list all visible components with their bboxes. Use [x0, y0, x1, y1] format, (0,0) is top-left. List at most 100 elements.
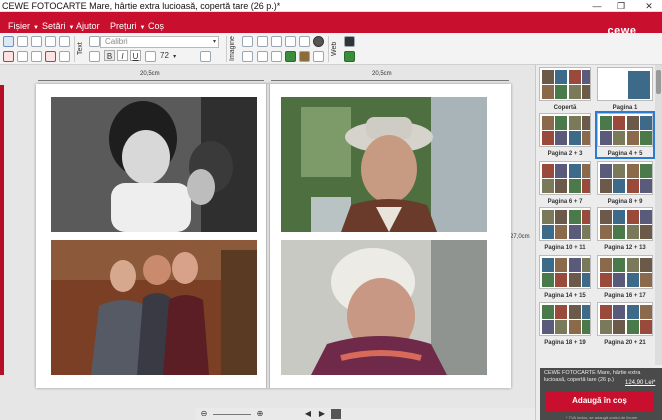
- paste-icon[interactable]: [31, 36, 42, 47]
- underline-button[interactable]: U: [130, 50, 141, 61]
- thumbnail-photo: [600, 179, 612, 193]
- photo-man-hat[interactable]: [281, 97, 487, 232]
- thumbnail-photo: [569, 273, 581, 287]
- image-color-icon[interactable]: [299, 51, 310, 62]
- thumbnail-photo: [569, 70, 581, 84]
- image-clipart-icon[interactable]: [271, 51, 282, 62]
- close-button[interactable]: ✕: [640, 0, 658, 12]
- undo-icon[interactable]: [3, 51, 14, 62]
- thumbnail-photo: [542, 273, 554, 287]
- thumbnail-photo: [542, 210, 554, 224]
- pages-scrollbar-thumb[interactable]: [656, 70, 661, 94]
- ruler-right: [271, 80, 509, 81]
- thumbnail-photo: [582, 85, 590, 99]
- thumbnail-photo: [627, 225, 639, 239]
- next-page-icon[interactable]: ▶: [317, 409, 327, 419]
- thumbnail-photo: [569, 85, 581, 99]
- page-thumbnail[interactable]: [597, 67, 653, 101]
- image-flip-icon[interactable]: [271, 36, 282, 47]
- page-view-icon[interactable]: [331, 409, 341, 419]
- redo-icon[interactable]: [17, 51, 28, 62]
- ruler-height: 27,0cm: [510, 234, 530, 240]
- group-icon[interactable]: [59, 36, 70, 47]
- image-mask-icon[interactable]: [313, 36, 324, 47]
- page-thumbnail[interactable]: [539, 113, 591, 147]
- qr-code-icon[interactable]: [344, 36, 355, 47]
- image-effect-icon[interactable]: [299, 36, 310, 47]
- image-crop-icon[interactable]: [242, 36, 253, 47]
- photo-family-group[interactable]: [51, 240, 257, 375]
- chevron-down-icon: ▾: [212, 39, 216, 45]
- copy-icon[interactable]: [17, 36, 28, 47]
- select-tool-icon[interactable]: [3, 36, 14, 47]
- duplicate-icon[interactable]: [45, 36, 56, 47]
- thumbnail-caption: Pagina 12 + 13: [604, 245, 646, 251]
- thumbnail-photo: [582, 116, 590, 130]
- add-to-cart-button[interactable]: Adaugă în coș: [545, 391, 654, 411]
- left-panel-handle[interactable]: [0, 85, 4, 375]
- menu-settings[interactable]: Setări ▼: [42, 12, 74, 33]
- menu-cart[interactable]: Coș: [148, 12, 164, 33]
- page-thumbnail[interactable]: [597, 255, 653, 289]
- page-thumbnail[interactable]: [539, 255, 591, 289]
- thumbnail-photo: [582, 305, 590, 319]
- thumbnail-photo: [613, 305, 625, 319]
- thumbnail-photo: [542, 70, 554, 84]
- minimize-button[interactable]: —: [588, 0, 606, 12]
- font-family-select[interactable]: Calibri ▾: [100, 36, 219, 48]
- thumbnail-photo: [569, 258, 581, 272]
- text-style-icon[interactable]: [200, 51, 211, 62]
- menu-help[interactable]: Ajutor: [76, 12, 100, 33]
- maximize-button[interactable]: ❐: [612, 0, 630, 12]
- page-thumbnail[interactable]: [597, 302, 653, 336]
- image-shadow-icon[interactable]: [242, 51, 253, 62]
- photo-child[interactable]: [51, 97, 257, 232]
- thumbnail-photo: [582, 225, 590, 239]
- text-color-icon[interactable]: [145, 51, 156, 62]
- image-border-icon[interactable]: [257, 51, 268, 62]
- menu-bar: Fișier ▼ Setări ▼ Ajutor Prețuri ▼ Coș cewe…: [0, 12, 662, 42]
- thumbnail-photo: [542, 131, 554, 145]
- thumbnail-photo: [627, 258, 639, 272]
- page-thumbnail[interactable]: [539, 207, 591, 241]
- full-view-icon[interactable]: [289, 409, 299, 419]
- zoom-slider[interactable]: [213, 414, 251, 415]
- text-align-icon[interactable]: [89, 51, 100, 62]
- toolbar-separator: [328, 36, 329, 62]
- thumbnail-photo: [600, 273, 612, 287]
- page-thumbnail[interactable]: [597, 161, 653, 195]
- zoom-in-icon[interactable]: ⊕: [255, 409, 265, 419]
- image-frame-icon[interactable]: [285, 36, 296, 47]
- italic-button[interactable]: I: [117, 50, 128, 61]
- thumbnail-caption: Pagina 20 + 21: [604, 340, 646, 346]
- previous-page-icon[interactable]: ◀: [303, 409, 313, 419]
- thumbnail-photo: [582, 70, 590, 84]
- image-rotate-icon[interactable]: [257, 36, 268, 47]
- text-box-icon[interactable]: [89, 36, 100, 47]
- page-thumbnail[interactable]: [597, 207, 653, 241]
- page-thumbnail[interactable]: [539, 161, 591, 195]
- zoom-out-icon[interactable]: ⊖: [199, 409, 209, 419]
- fit-page-icon[interactable]: [275, 409, 285, 419]
- image-layout-icon[interactable]: [313, 51, 324, 62]
- thumbnail-photo: [582, 210, 590, 224]
- delete-icon[interactable]: [45, 51, 56, 62]
- font-size-field[interactable]: 72 ▾: [160, 51, 186, 61]
- page-thumbnail[interactable]: [539, 302, 591, 336]
- thumbnail-photo: [613, 320, 625, 334]
- menu-prices[interactable]: Prețuri ▼: [110, 12, 145, 33]
- photo-elderly-woman[interactable]: [281, 240, 487, 375]
- arrange-icon[interactable]: [31, 51, 42, 62]
- order-price[interactable]: 124,90 Lei*: [625, 380, 655, 386]
- bold-button[interactable]: B: [104, 50, 115, 61]
- menu-file[interactable]: Fișier ▼: [8, 12, 39, 33]
- web-link-icon[interactable]: [344, 51, 355, 62]
- ruler-left-width: 20,5cm: [140, 71, 160, 77]
- thumbnail-photo: [542, 320, 554, 334]
- pages-scrollbar[interactable]: [655, 65, 662, 365]
- page-thumbnail[interactable]: [539, 67, 591, 101]
- image-background-icon[interactable]: [285, 51, 296, 62]
- thumbnail-photo: [640, 273, 652, 287]
- zoom-bar: ⊖ ⊕ ◀ ▶: [195, 408, 540, 420]
- layer-icon[interactable]: [59, 51, 70, 62]
